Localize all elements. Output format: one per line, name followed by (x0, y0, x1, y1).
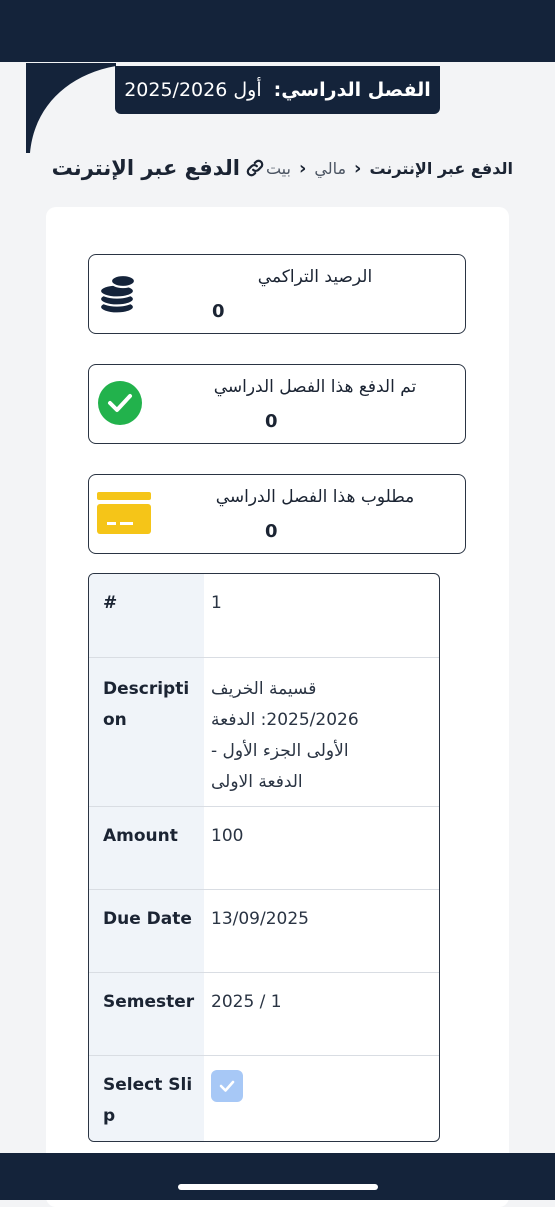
row-value-due-date: 13/09/2025 (211, 909, 309, 929)
stat-label: مطلوب هذا الفصل الدراسي (215, 487, 415, 507)
corner-decoration (26, 63, 116, 153)
stat-label: الرصيد التراكمي (257, 267, 373, 287)
check-circle-icon (98, 381, 142, 425)
bottom-bar (0, 1153, 555, 1200)
required-this-semester-card: مطلوب هذا الفصل الدراسي 0 (88, 474, 466, 554)
semester-banner[interactable]: الفصل الدراسي: أول 2025/2026 (115, 66, 440, 114)
row-value-semester: 2025 / 1 (211, 992, 282, 1012)
semester-value: أول 2025/2026 (124, 79, 262, 101)
stat-value: 0 (265, 521, 278, 542)
row-label-select-slip: Select Slip (103, 1075, 193, 1126)
row-label-description: Description (103, 679, 190, 730)
link-icon (246, 159, 264, 177)
chevron-left-icon: ‹ (298, 157, 307, 179)
select-slip-checkbox[interactable] (211, 1070, 243, 1102)
page-title-text: الدفع عبر الإنترنت (51, 156, 240, 180)
row-value-description: قسيمة الخريف 2025/2026: الدفعة الأولى ال… (211, 679, 359, 792)
breadcrumb-item-home[interactable]: بيت (266, 159, 291, 178)
breadcrumb-trail: الدفع عبر الإنترنت ‹ مالي ‹ بيت (266, 158, 513, 179)
row-divider (89, 972, 439, 973)
page-title: الدفع عبر الإنترنت (52, 156, 266, 180)
payment-details-table: # 1 Description قسيمة الخريف 2025/2026: … (88, 573, 440, 1142)
status-bar (0, 0, 555, 62)
breadcrumb-item-finance[interactable]: مالي (314, 159, 346, 178)
row-label-number: # (103, 593, 118, 613)
semester-label: الفصل الدراسي: (273, 79, 431, 101)
home-indicator[interactable] (178, 1184, 378, 1190)
row-divider (89, 657, 439, 658)
chevron-left-icon: ‹ (354, 157, 362, 179)
row-label-semester: Semester (103, 992, 195, 1012)
row-label-due-date: Due Date (103, 909, 192, 929)
coins-icon (98, 273, 137, 315)
stat-label: تم الدفع هذا الفصل الدراسي (213, 377, 417, 397)
row-divider (89, 1055, 439, 1056)
row-value-amount: 100 (211, 826, 244, 846)
row-label-amount: Amount (103, 826, 178, 846)
breadcrumb: الدفع عبر الإنترنت ‹ مالي ‹ بيت الدفع عب… (52, 150, 513, 186)
breadcrumb-current: الدفع عبر الإنترنت (369, 158, 513, 178)
row-divider (89, 806, 439, 807)
paid-this-semester-card: تم الدفع هذا الفصل الدراسي 0 (88, 364, 466, 444)
stat-value: 0 (265, 411, 278, 432)
row-divider (89, 889, 439, 890)
stat-value: 0 (212, 301, 225, 322)
checkmark-icon (219, 1080, 235, 1092)
credit-card-icon (97, 492, 151, 534)
cumulative-balance-card: الرصيد التراكمي 0 (88, 254, 466, 334)
row-value-number: 1 (211, 593, 222, 613)
